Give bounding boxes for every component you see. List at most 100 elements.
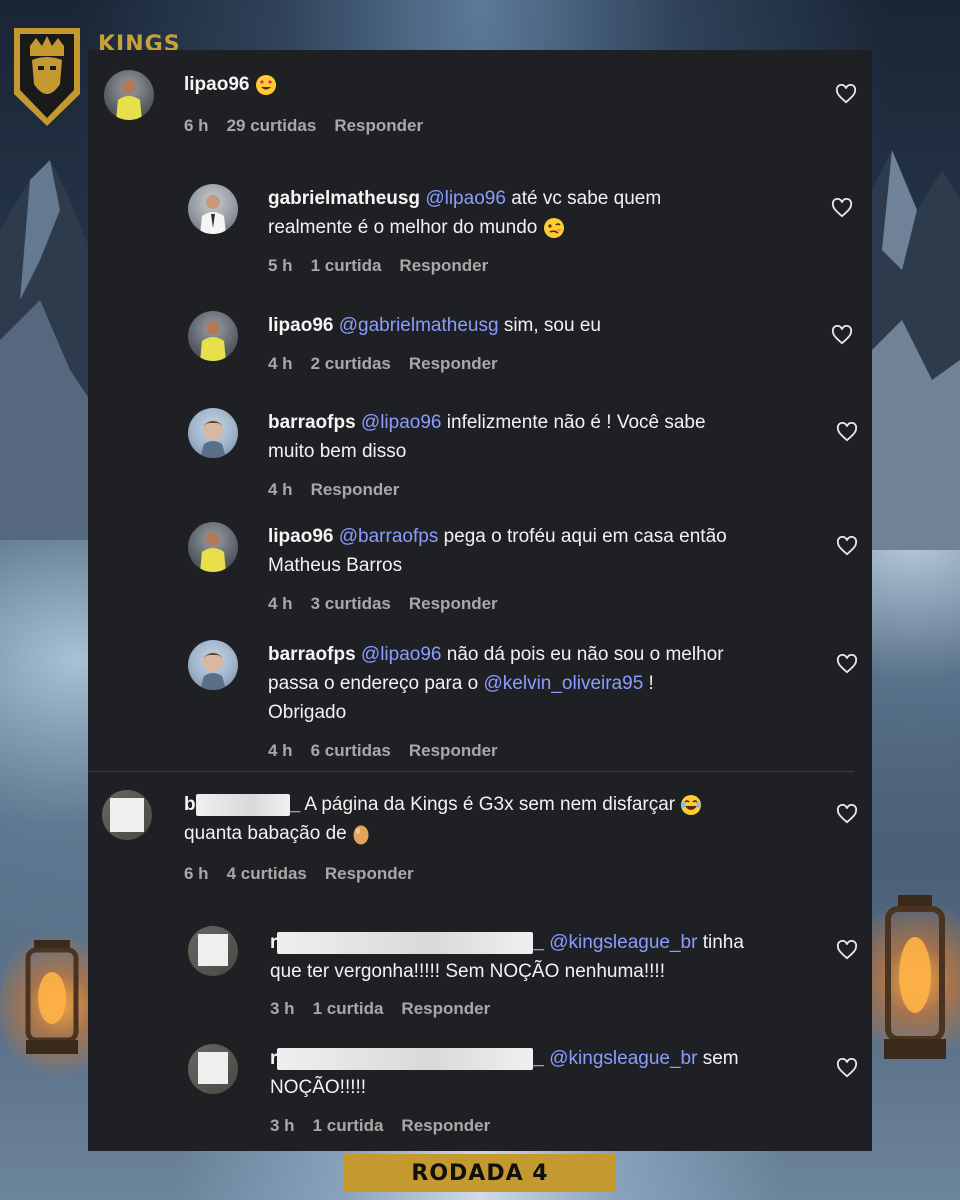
comment-likes[interactable]: 1 curtida	[313, 999, 384, 1019]
like-heart-icon[interactable]	[836, 940, 858, 960]
username-prefix: r	[270, 1048, 278, 1069]
reply-button[interactable]: Responder	[409, 594, 498, 614]
comment-time: 3 h	[270, 999, 295, 1018]
comment-body: Obrigado	[268, 702, 347, 723]
reply-button[interactable]: Responder	[325, 864, 414, 884]
comment-time: 5 h	[268, 256, 293, 275]
comment-username[interactable]: lipao96	[184, 74, 249, 95]
grinning-hearts-emoji	[255, 74, 276, 95]
comment-body: muito bem disso	[268, 441, 407, 462]
comment-likes[interactable]: 1 curtida	[313, 1116, 384, 1136]
redacted-username-block	[195, 793, 290, 816]
redacted-username-block	[277, 1047, 534, 1070]
like-heart-icon[interactable]	[836, 654, 858, 674]
like-heart-icon[interactable]	[831, 198, 853, 218]
reply-item: gabrielmatheusg @lipao96 até vc sabe que…	[88, 170, 872, 290]
username-prefix: b	[184, 794, 196, 815]
comment-username[interactable]: barraofps	[268, 412, 356, 433]
mention-link[interactable]: @barraofps	[339, 526, 439, 547]
reply-button[interactable]: Responder	[409, 741, 498, 761]
comment-meta: 4 h 6 curtidas Responder	[268, 741, 498, 761]
redacted-username-block	[277, 931, 534, 954]
comment-username[interactable]: r _	[270, 931, 544, 954]
avatar[interactable]	[188, 640, 238, 690]
comment-username[interactable]: r _	[270, 1047, 544, 1070]
comment-time: 4 h	[268, 480, 293, 499]
comment-likes[interactable]: 1 curtida	[311, 256, 382, 276]
comment-item: b _ A página da Kings é G3x sem nem disfa…	[88, 780, 872, 900]
comment-item: lipao96 6 h 29 curtidas Responder	[88, 50, 872, 160]
comment-username[interactable]: gabrielmatheusg	[268, 188, 420, 209]
reply-button[interactable]: Responder	[401, 999, 490, 1019]
like-heart-icon[interactable]	[836, 422, 858, 442]
comment-body: Matheus Barros	[268, 555, 403, 576]
mention-link[interactable]: @lipao96	[361, 412, 442, 433]
comment-time: 4 h	[268, 741, 293, 760]
woozy-face-emoji	[543, 217, 564, 238]
comment-body: que ter vergonha!!!!! Sem NOÇÃO nenhuma!…	[270, 961, 665, 982]
comment-username[interactable]: lipao96	[268, 526, 333, 547]
comment-time: 3 h	[270, 1116, 295, 1135]
comment-likes[interactable]: 6 curtidas	[311, 741, 391, 761]
avatar[interactable]	[188, 184, 238, 234]
comment-body: pega o troféu aqui em casa então	[443, 526, 727, 547]
comment-body: quanta babação de	[184, 823, 347, 844]
comment-text: gabrielmatheusg @lipao96 até vc sabe que…	[268, 184, 738, 242]
like-heart-icon[interactable]	[836, 1058, 858, 1078]
lantern-right-icon	[884, 895, 946, 1059]
avatar[interactable]	[102, 790, 152, 840]
comment-text: barraofps @lipao96 não dá pois eu não so…	[268, 640, 768, 727]
comment-likes[interactable]: 29 curtidas	[227, 116, 317, 136]
comment-username[interactable]: b _	[184, 793, 300, 816]
comment-body: tinha	[702, 932, 744, 953]
mountain-left-illustration	[0, 160, 90, 540]
comment-body: !	[648, 673, 654, 694]
kings-shield-logo	[14, 28, 80, 126]
mention-link[interactable]: @lipao96	[361, 644, 442, 665]
reply-button[interactable]: Responder	[401, 1116, 490, 1136]
reply-button[interactable]: Responder	[409, 354, 498, 374]
reply-item: barraofps @lipao96 não dá pois eu não so…	[88, 632, 872, 772]
reply-button[interactable]: Responder	[334, 116, 423, 136]
comment-body: NOÇÃO!!!!!	[270, 1077, 367, 1098]
comment-likes[interactable]: 3 curtidas	[311, 594, 391, 614]
comment-text: b _ A página da Kings é G3x sem nem disfa…	[184, 790, 784, 848]
comment-body: A página da Kings é G3x sem nem disfarça…	[304, 794, 676, 815]
comment-body: realmente é o melhor do mundo	[268, 217, 538, 238]
avatar[interactable]	[188, 522, 238, 572]
mention-link[interactable]: @gabrielmatheusg	[339, 315, 499, 336]
comment-likes[interactable]: 4 curtidas	[227, 864, 307, 884]
comment-meta: 3 h 1 curtida Responder	[270, 1116, 490, 1136]
avatar[interactable]	[188, 311, 238, 361]
comment-meta: 6 h 4 curtidas Responder	[184, 864, 414, 884]
comment-meta: 4 h 2 curtidas Responder	[268, 354, 498, 374]
comment-time: 6 h	[184, 116, 209, 135]
like-heart-icon[interactable]	[836, 536, 858, 556]
comment-likes[interactable]: 2 curtidas	[311, 354, 391, 374]
mention-link[interactable]: @lipao96	[425, 188, 506, 209]
comment-meta: 4 h Responder	[268, 480, 399, 500]
mention-link[interactable]: @kelvin_oliveira95	[484, 673, 644, 694]
comment-username[interactable]: barraofps	[268, 644, 356, 665]
avatar[interactable]	[188, 1044, 238, 1094]
comments-panel: lipao96 6 h 29 curtidas Responder gabrie…	[88, 50, 872, 1151]
reply-button[interactable]: Responder	[399, 256, 488, 276]
reply-button[interactable]: Responder	[311, 480, 400, 500]
mountain-right-illustration	[872, 150, 960, 550]
avatar[interactable]	[188, 408, 238, 458]
avatar[interactable]	[104, 70, 154, 120]
lantern-left-icon	[25, 940, 79, 1054]
avatar[interactable]	[188, 926, 238, 976]
comment-text: r _ @kingsleague_br sem NOÇÃO!!!!!	[270, 1044, 790, 1102]
username-prefix: r	[270, 932, 278, 953]
comment-text: lipao96 @gabrielmatheusg sim, sou eu	[268, 311, 738, 340]
comment-divider	[88, 771, 854, 772]
like-heart-icon[interactable]	[835, 84, 857, 104]
reply-item: lipao96 @gabrielmatheusg sim, sou eu 4 h…	[88, 300, 872, 390]
mention-link[interactable]: @kingsleague_br	[549, 932, 697, 953]
mention-link[interactable]: @kingsleague_br	[549, 1048, 697, 1069]
like-heart-icon[interactable]	[836, 804, 858, 824]
like-heart-icon[interactable]	[831, 325, 853, 345]
username-suffix: _	[533, 932, 544, 953]
comment-username[interactable]: lipao96	[268, 315, 333, 336]
